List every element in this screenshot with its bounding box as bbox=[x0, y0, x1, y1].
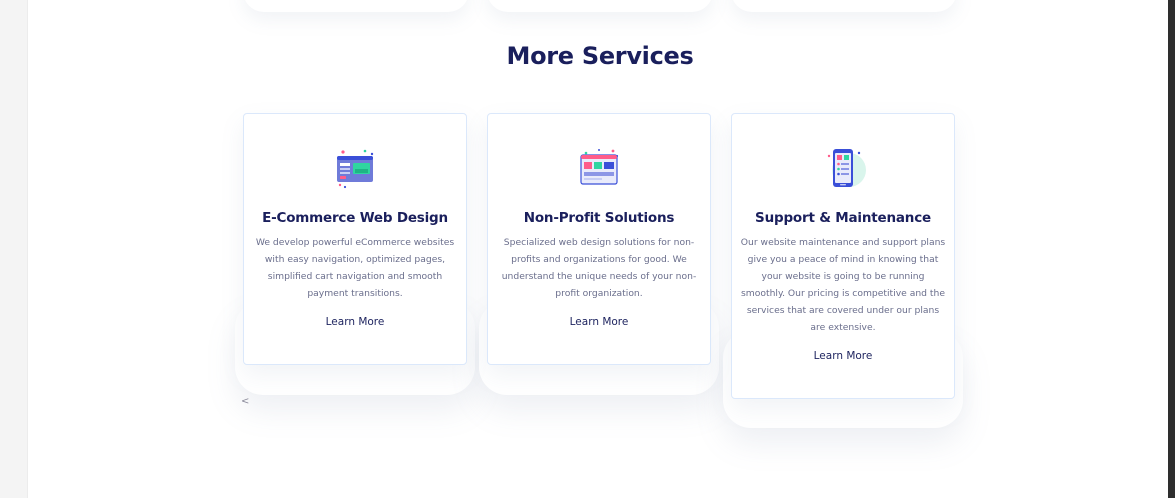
nonprofit-window-icon bbox=[580, 149, 619, 185]
card-title: Non-Profit Solutions bbox=[523, 210, 675, 226]
card-title: E-Commerce Web Design bbox=[262, 210, 448, 226]
left-gutter bbox=[0, 0, 28, 498]
ecommerce-browser-icon bbox=[337, 149, 374, 189]
service-card-ecommerce: E-Commerce Web Design We develop powerfu… bbox=[243, 113, 467, 365]
previous-card-stub bbox=[487, 0, 713, 12]
card-description: Our website maintenance and support plan… bbox=[740, 237, 946, 333]
service-card-support: Support & Maintenance Our website mainte… bbox=[731, 113, 955, 399]
previous-card-stub bbox=[731, 0, 957, 12]
service-card-nonprofit: Non-Profit Solutions Specialized web des… bbox=[487, 113, 711, 365]
learn-more-link[interactable]: Learn More bbox=[814, 350, 873, 362]
previous-card-stub bbox=[243, 0, 469, 12]
learn-more-link[interactable]: Learn More bbox=[326, 316, 385, 328]
learn-more-link[interactable]: Learn More bbox=[570, 316, 629, 328]
card-description: Specialized web design solutions for non… bbox=[501, 237, 697, 299]
right-scroll-edge bbox=[1168, 0, 1175, 498]
mobile-maintenance-icon bbox=[827, 149, 866, 187]
card-title: Support & Maintenance bbox=[755, 210, 931, 226]
carousel-prev-arrow[interactable]: < bbox=[241, 396, 249, 407]
card-description: We develop powerful eCommerce websites w… bbox=[255, 237, 455, 299]
section-title: More Services bbox=[506, 42, 694, 70]
